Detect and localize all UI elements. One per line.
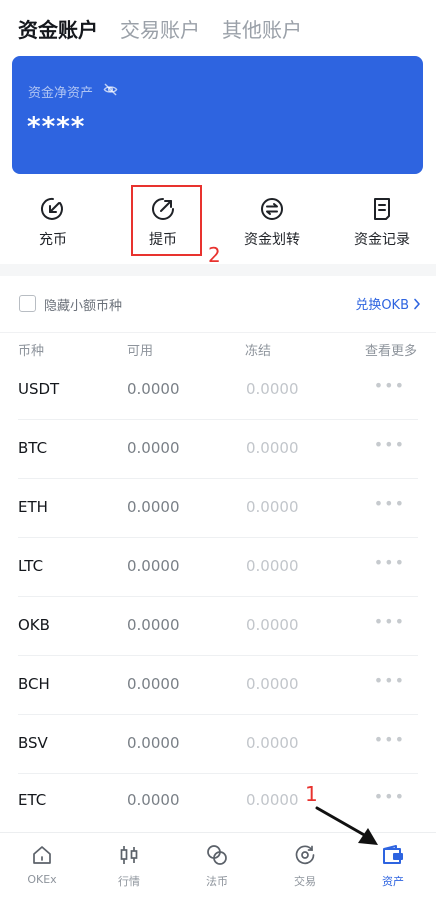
frozen-amount: 0.0000 — [246, 380, 299, 398]
hide-small-checkbox[interactable] — [19, 295, 36, 312]
header-coin: 币种 — [18, 344, 45, 359]
frozen-amount: 0.0000 — [246, 616, 299, 634]
available-amount: 0.0000 — [127, 734, 180, 752]
more-icon[interactable]: ••• — [374, 435, 405, 454]
coin-name: ETH — [18, 498, 48, 516]
nav-fiat-label: 法币 — [206, 875, 228, 888]
table-row[interactable]: BTC 0.0000 0.0000 ••• — [0, 420, 436, 479]
more-icon[interactable]: ••• — [374, 612, 405, 631]
available-amount: 0.0000 — [127, 791, 180, 809]
eye-off-icon[interactable] — [103, 82, 118, 101]
table-row[interactable]: USDT 0.0000 0.0000 ••• — [0, 361, 436, 420]
net-asset-label: 资金净资产 — [28, 86, 94, 101]
table-row[interactable]: LTC 0.0000 0.0000 ••• — [0, 538, 436, 597]
frozen-amount: 0.0000 — [246, 439, 299, 457]
wallet-icon — [381, 843, 405, 867]
more-icon[interactable]: ••• — [374, 730, 405, 749]
net-asset-value: **** — [27, 112, 86, 142]
coin-name: OKB — [18, 616, 50, 634]
coin-name: USDT — [18, 380, 60, 398]
available-amount: 0.0000 — [127, 675, 180, 693]
tab-funding-account[interactable]: 资金账户 — [18, 14, 98, 43]
records-button[interactable]: 资金记录 — [332, 184, 432, 256]
bottom-nav: OKEx 行情 法币 交易 资产 — [0, 832, 436, 898]
frozen-amount: 0.0000 — [246, 791, 299, 809]
exchange-okb-link[interactable]: 兑换OKB — [355, 294, 421, 313]
frozen-amount: 0.0000 — [246, 734, 299, 752]
header-view-more: 查看更多 — [364, 344, 417, 359]
table-row[interactable]: BSV 0.0000 0.0000 ••• — [0, 715, 436, 774]
deposit-label: 充币 — [39, 232, 67, 248]
annotation-highlight-box — [131, 185, 202, 256]
coin-name: LTC — [18, 557, 44, 575]
table-row[interactable]: BCH 0.0000 0.0000 ••• — [0, 656, 436, 715]
coin-name: BTC — [18, 439, 48, 457]
filter-row: 隐藏小额币种 兑换OKB — [0, 276, 436, 332]
tab-other-account[interactable]: 其他账户 — [222, 14, 302, 43]
available-amount: 0.0000 — [127, 616, 180, 634]
available-amount: 0.0000 — [127, 557, 180, 575]
trade-icon — [293, 843, 317, 867]
nav-trade-label: 交易 — [294, 875, 316, 888]
table-row[interactable]: ETC 0.0000 0.0000 ••• — [0, 772, 436, 831]
net-asset-card: 资金净资产 **** — [12, 56, 423, 174]
chevron-right-icon — [414, 298, 420, 309]
deposit-icon — [39, 195, 67, 223]
more-icon[interactable]: ••• — [374, 494, 405, 513]
net-asset-header: 资金净资产 — [28, 82, 118, 101]
available-amount: 0.0000 — [127, 439, 180, 457]
candlestick-icon — [117, 843, 141, 867]
header-available: 可用 — [127, 344, 154, 359]
divider — [0, 332, 436, 333]
nav-trade[interactable]: 交易 — [270, 843, 340, 897]
nav-okex-label: OKEx — [27, 873, 57, 886]
table-row[interactable]: ETH 0.0000 0.0000 ••• — [0, 479, 436, 538]
transfer-icon — [258, 195, 286, 223]
more-icon[interactable]: ••• — [374, 553, 405, 572]
frozen-amount: 0.0000 — [246, 498, 299, 516]
nav-market-label: 行情 — [118, 875, 140, 888]
more-icon[interactable]: ••• — [374, 671, 405, 690]
nav-market[interactable]: 行情 — [94, 843, 164, 897]
coin-name: ETC — [18, 791, 47, 809]
nav-assets-label: 资产 — [382, 875, 404, 888]
more-icon[interactable]: ••• — [374, 376, 405, 395]
home-icon — [30, 843, 54, 867]
coin-name: BCH — [18, 675, 50, 693]
frozen-amount: 0.0000 — [246, 675, 299, 693]
nav-fiat[interactable]: 法币 — [182, 843, 252, 897]
nav-assets[interactable]: 资产 — [358, 843, 428, 897]
transfer-button[interactable]: 资金划转 — [222, 184, 322, 256]
tab-trading-account[interactable]: 交易账户 — [120, 14, 200, 43]
hide-small-label[interactable]: 隐藏小额币种 — [44, 295, 122, 314]
more-icon[interactable]: ••• — [374, 787, 405, 806]
records-icon — [368, 195, 396, 223]
available-amount: 0.0000 — [127, 380, 180, 398]
frozen-amount: 0.0000 — [246, 557, 299, 575]
coin-name: BSV — [18, 734, 48, 752]
table-row[interactable]: OKB 0.0000 0.0000 ••• — [0, 597, 436, 656]
section-divider — [0, 264, 436, 276]
transfer-label: 资金划转 — [244, 232, 300, 248]
account-tabs: 资金账户 交易账户 其他账户 — [18, 12, 302, 44]
records-label: 资金记录 — [354, 232, 410, 248]
exchange-okb-label: 兑换OKB — [355, 298, 409, 313]
deposit-button[interactable]: 充币 — [3, 184, 103, 256]
nav-okex[interactable]: OKEx — [7, 843, 77, 897]
available-amount: 0.0000 — [127, 498, 180, 516]
header-frozen: 冻结 — [245, 344, 272, 359]
fiat-icon — [205, 843, 229, 867]
